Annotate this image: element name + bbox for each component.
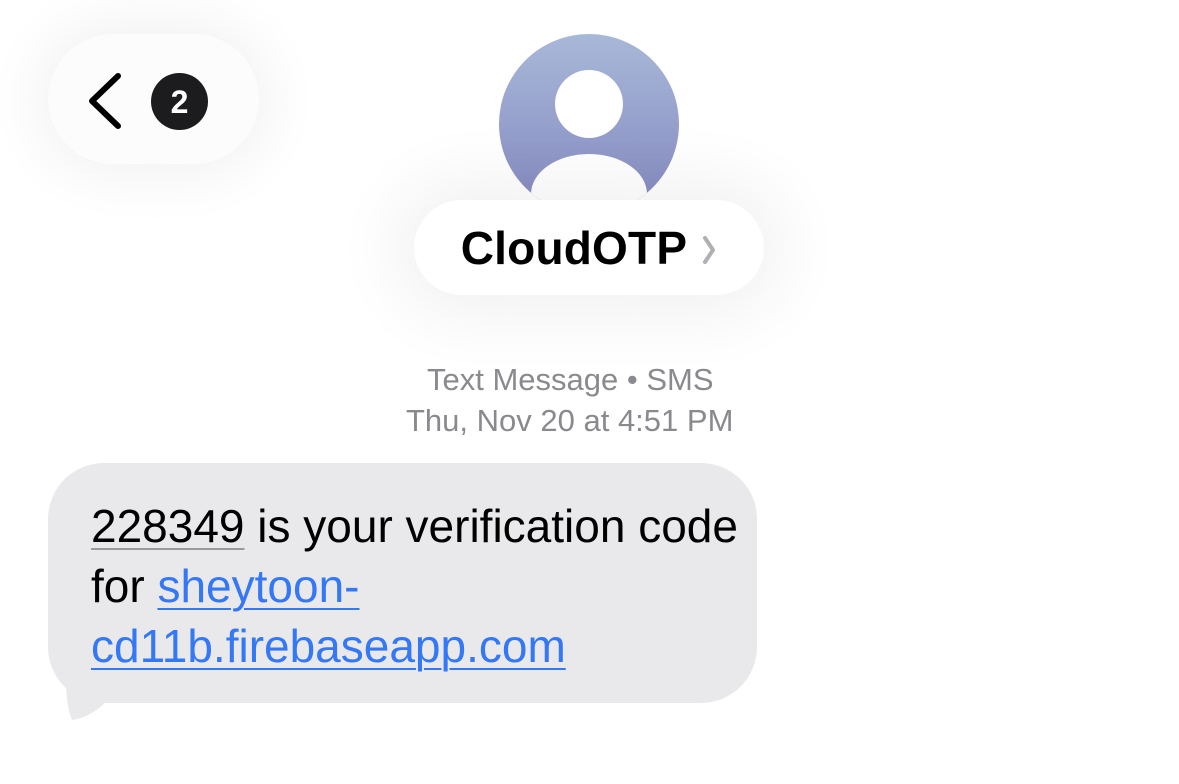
contact-avatar[interactable] (499, 34, 679, 214)
link-line-2[interactable]: cd11b.firebaseapp.com (91, 620, 566, 672)
chevron-left-icon (89, 73, 121, 129)
person-silhouette-icon (531, 70, 647, 214)
message-link[interactable]: sheytoon-cd11b.firebaseapp.com (91, 560, 566, 672)
chevron-right-icon (703, 235, 716, 264)
link-line-1[interactable]: sheytoon- (157, 560, 359, 612)
contact-name: CloudOTP (460, 221, 688, 274)
verification-code[interactable]: 228349 (91, 500, 245, 552)
unread-count-badge: 2 (151, 73, 208, 130)
contact-name-button[interactable]: CloudOTP (414, 200, 764, 295)
message-thread-screen: 2 CloudOTP Text Message • SMS Thu, Nov 2… (0, 0, 1179, 784)
message-text: 228349 is your verification code for she… (91, 496, 751, 676)
